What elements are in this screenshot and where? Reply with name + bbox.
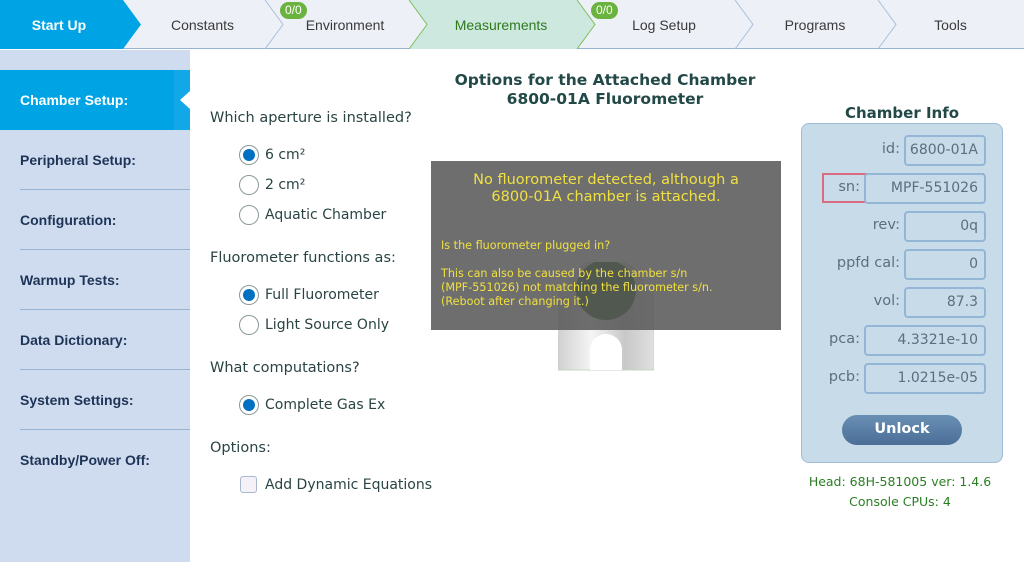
sidebar-item-standby-power-off[interactable]: Standby/Power Off: bbox=[0, 430, 190, 490]
pca-field[interactable]: 4.3321e-10 bbox=[864, 325, 986, 356]
tab-start-up[interactable]: Start Up bbox=[0, 0, 118, 49]
aperture-option-6cm2[interactable]: 6 cm² bbox=[239, 145, 305, 165]
field-label: pca: bbox=[829, 331, 860, 347]
tab-tools[interactable]: Tools bbox=[893, 0, 1008, 49]
tab-label: Measurements bbox=[454, 16, 548, 33]
radio-button[interactable] bbox=[239, 315, 259, 335]
field-label: vol: bbox=[873, 293, 900, 309]
info-row-rev: rev: 0q bbox=[802, 211, 1004, 243]
info-row-pcb: pcb: 1.0215e-05 bbox=[802, 363, 1004, 395]
tab-constants[interactable]: Constants bbox=[135, 0, 270, 49]
radio-button[interactable] bbox=[239, 395, 259, 415]
pcb-field[interactable]: 1.0215e-05 bbox=[864, 363, 986, 394]
aperture-option-2cm2[interactable]: 2 cm² bbox=[239, 175, 305, 195]
sidebar-item-warmup-tests[interactable]: Warmup Tests: bbox=[0, 250, 190, 310]
page-title-line1: Options for the Attached Chamber bbox=[454, 71, 756, 89]
warning-overlay: No fluorometer detected, although a 6800… bbox=[431, 161, 781, 330]
warning-body: Is the fluorometer plugged in? This can … bbox=[441, 239, 713, 308]
page-title: Options for the Attached Chamber 6800-01… bbox=[420, 71, 790, 109]
id-field[interactable]: 6800-01A bbox=[904, 135, 986, 166]
sidebar-item-label: Peripheral Setup: bbox=[20, 152, 136, 168]
sidebar: Chamber Setup: Peripheral Setup: Configu… bbox=[0, 50, 190, 562]
console-cpus-status: Console CPUs: 4 bbox=[849, 494, 951, 509]
info-row-id: id: 6800-01A bbox=[802, 135, 1004, 167]
top-navigation: Start Up Constants Environment 0/0 Measu… bbox=[0, 0, 1024, 49]
aperture-question: Which aperture is installed? bbox=[210, 110, 412, 126]
computations-option-complete-gas-ex[interactable]: Complete Gas Ex bbox=[239, 395, 385, 415]
head-version-status: Head: 68H-581005 ver: 1.4.6 bbox=[808, 474, 992, 489]
sidebar-item-data-dictionary[interactable]: Data Dictionary: bbox=[0, 310, 190, 370]
sidebar-item-peripheral-setup[interactable]: Peripheral Setup: bbox=[0, 130, 190, 190]
tab-measurements[interactable]: Measurements bbox=[425, 0, 577, 49]
chamber-notch bbox=[590, 334, 622, 370]
field-label: id: bbox=[881, 141, 900, 157]
info-row-vol: vol: 87.3 bbox=[802, 287, 1004, 319]
field-label: rev: bbox=[872, 217, 900, 233]
page-title-line2: 6800-01A Fluorometer bbox=[506, 90, 704, 108]
ppfd-cal-field[interactable]: 0 bbox=[904, 249, 986, 280]
sidebar-item-label: System Settings: bbox=[20, 392, 134, 408]
option-label: Light Source Only bbox=[265, 317, 389, 333]
sidebar-item-label: Chamber Setup: bbox=[20, 92, 129, 108]
vol-field[interactable]: 87.3 bbox=[904, 287, 986, 318]
fluorometer-option-light-source[interactable]: Light Source Only bbox=[239, 315, 389, 335]
info-row-ppfd-cal: ppfd cal: 0 bbox=[802, 249, 1004, 281]
sidebar-item-label: Warmup Tests: bbox=[20, 272, 120, 288]
info-row-pca: pca: 4.3321e-10 bbox=[802, 325, 1004, 357]
tab-label: Tools bbox=[934, 16, 967, 33]
info-row-sn: sn: MPF-551026 bbox=[802, 173, 1004, 205]
option-label: Add Dynamic Equations bbox=[265, 476, 433, 493]
option-label: Complete Gas Ex bbox=[265, 397, 386, 413]
app-root: Start Up Constants Environment 0/0 Measu… bbox=[0, 0, 1024, 562]
option-label: Aquatic Chamber bbox=[265, 207, 387, 223]
rev-field[interactable]: 0q bbox=[904, 211, 986, 242]
field-label: pcb: bbox=[828, 369, 860, 385]
sidebar-item-label: Configuration: bbox=[20, 212, 117, 228]
aperture-option-aquatic[interactable]: Aquatic Chamber bbox=[239, 205, 386, 225]
fluorometer-option-full[interactable]: Full Fluorometer bbox=[239, 285, 379, 305]
sidebar-item-label: Standby/Power Off: bbox=[20, 452, 150, 468]
option-label: 6 cm² bbox=[265, 147, 306, 163]
chamber-info-panel: id: 6800-01A sn: MPF-551026 rev: 0q ppfd… bbox=[801, 123, 1003, 463]
tab-label: Programs bbox=[784, 16, 846, 33]
radio-button[interactable] bbox=[239, 205, 259, 225]
sidebar-item-label: Data Dictionary: bbox=[20, 332, 128, 348]
environment-badge: 0/0 bbox=[280, 2, 307, 19]
radio-button[interactable] bbox=[239, 285, 259, 305]
warning-heading: No fluorometer detected, although a 6800… bbox=[473, 172, 739, 205]
field-label: sn: bbox=[838, 179, 860, 195]
radio-button[interactable] bbox=[239, 145, 259, 165]
add-dynamic-equations-checkbox[interactable]: Add Dynamic Equations bbox=[239, 476, 432, 493]
option-label: Full Fluorometer bbox=[265, 287, 379, 303]
sidebar-item-system-settings[interactable]: System Settings: bbox=[0, 370, 190, 430]
sidebar-item-configuration[interactable]: Configuration: bbox=[0, 190, 190, 250]
sidebar-item-chamber-setup[interactable]: Chamber Setup: bbox=[0, 70, 190, 130]
computations-question: What computations? bbox=[210, 360, 360, 376]
fluorometer-question: Fluorometer functions as: bbox=[210, 250, 396, 266]
unlock-button[interactable]: Unlock bbox=[842, 415, 962, 445]
tab-label: Environment bbox=[305, 16, 385, 33]
checkbox[interactable] bbox=[240, 476, 257, 493]
chamber-info-title: Chamber Info bbox=[844, 104, 960, 122]
tab-programs[interactable]: Programs bbox=[750, 0, 880, 49]
sn-field[interactable]: MPF-551026 bbox=[864, 173, 986, 204]
tab-label: Log Setup bbox=[632, 16, 696, 33]
field-label: ppfd cal: bbox=[836, 255, 900, 271]
options-label: Options: bbox=[210, 440, 271, 456]
radio-button[interactable] bbox=[239, 175, 259, 195]
tab-label: Constants bbox=[170, 16, 235, 33]
option-label: 2 cm² bbox=[265, 177, 306, 193]
log-setup-badge: 0/0 bbox=[591, 2, 618, 19]
tab-label: Start Up bbox=[31, 16, 87, 33]
